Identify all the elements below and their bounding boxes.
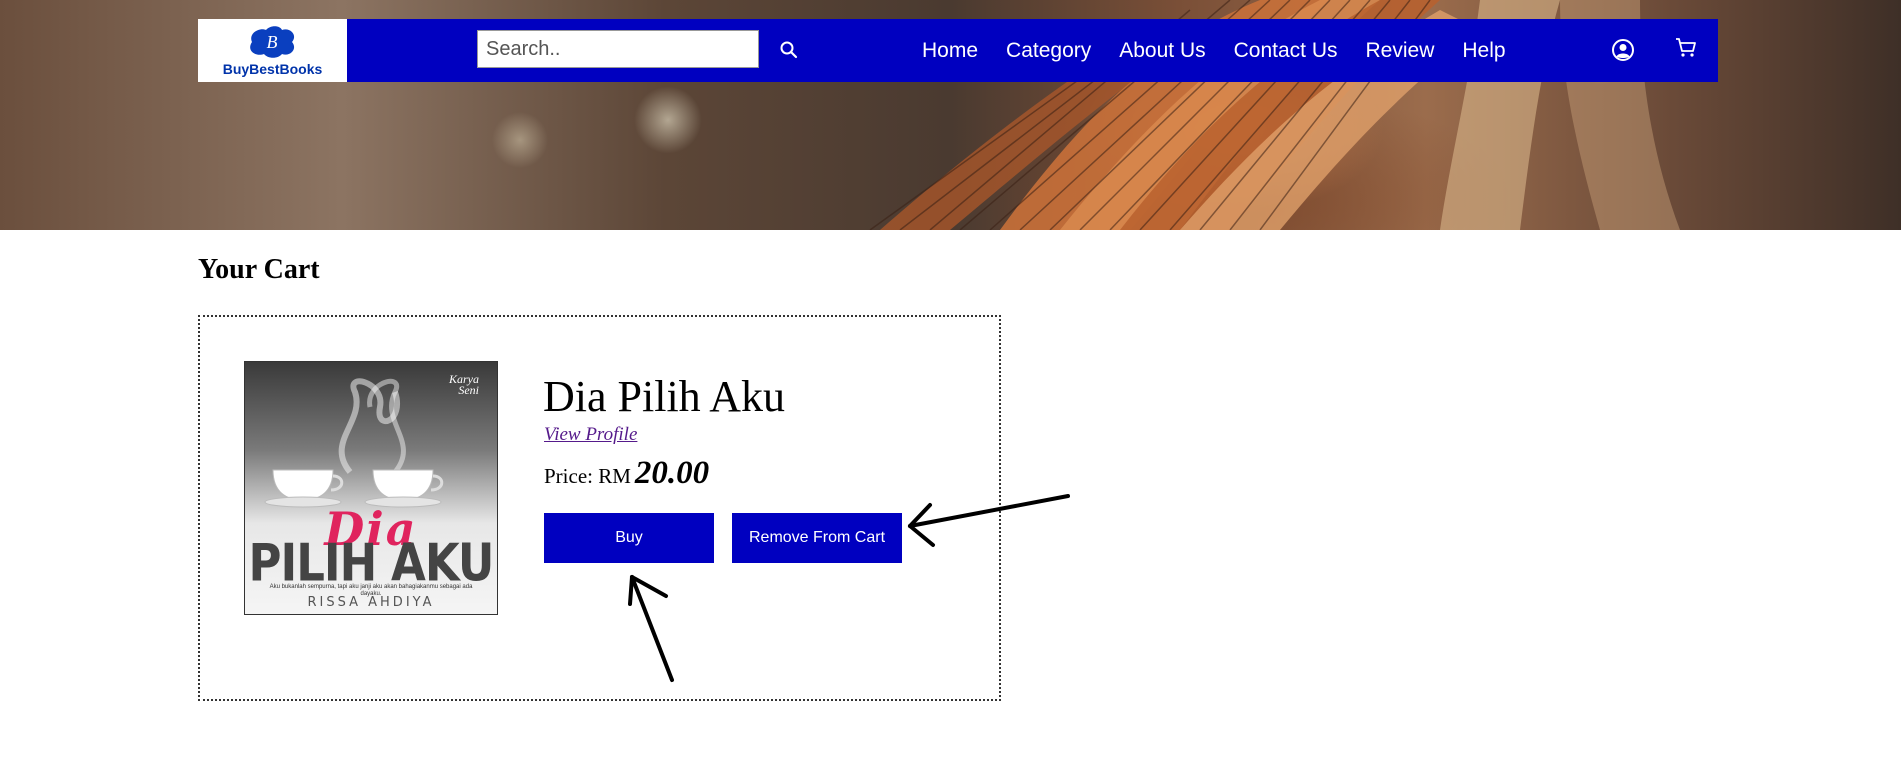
cover-steam-graphic — [338, 378, 406, 474]
book-cover-image: Karya Seni Dia PILIH AKU Aku bukanlah se… — [244, 361, 498, 615]
price-label: Price: RM — [544, 464, 631, 488]
nav-about-us[interactable]: About Us — [1119, 39, 1205, 63]
price: Price: RM 20.00 — [544, 455, 709, 492]
site-logo[interactable]: B BuyBestBooks — [198, 19, 347, 82]
nav-help[interactable]: Help — [1462, 39, 1505, 63]
navbar: B BuyBestBooks Home Category About Us Co… — [198, 19, 1718, 82]
cover-publisher: Karya Seni — [449, 372, 479, 397]
svg-text:B: B — [267, 32, 278, 52]
cart-item-card: Karya Seni Dia PILIH AKU Aku bukanlah se… — [198, 315, 1001, 701]
nav-review[interactable]: Review — [1366, 39, 1435, 63]
page-title: Your Cart — [198, 254, 320, 285]
search-input[interactable] — [477, 30, 759, 68]
nav-category[interactable]: Category — [1006, 39, 1091, 63]
price-value: 20.00 — [634, 455, 710, 491]
user-circle-icon[interactable] — [1611, 38, 1635, 62]
nav-home[interactable]: Home — [922, 39, 978, 63]
logo-text: BuyBestBooks — [222, 61, 323, 77]
logo-badge-icon: B — [250, 26, 295, 58]
cover-author: RISSA AHDIYA — [307, 595, 435, 610]
search-icon[interactable] — [778, 39, 800, 61]
view-profile-link[interactable]: View Profile — [544, 424, 637, 446]
nav-links: Home Category About Us Contact Us Review… — [922, 19, 1534, 82]
buy-button[interactable]: Buy — [544, 513, 714, 563]
book-title: Dia Pilih Aku — [543, 372, 786, 421]
remove-from-cart-button[interactable]: Remove From Cart — [732, 513, 902, 563]
nav-contact-us[interactable]: Contact Us — [1234, 39, 1338, 63]
shopping-cart-icon[interactable] — [1674, 36, 1698, 60]
